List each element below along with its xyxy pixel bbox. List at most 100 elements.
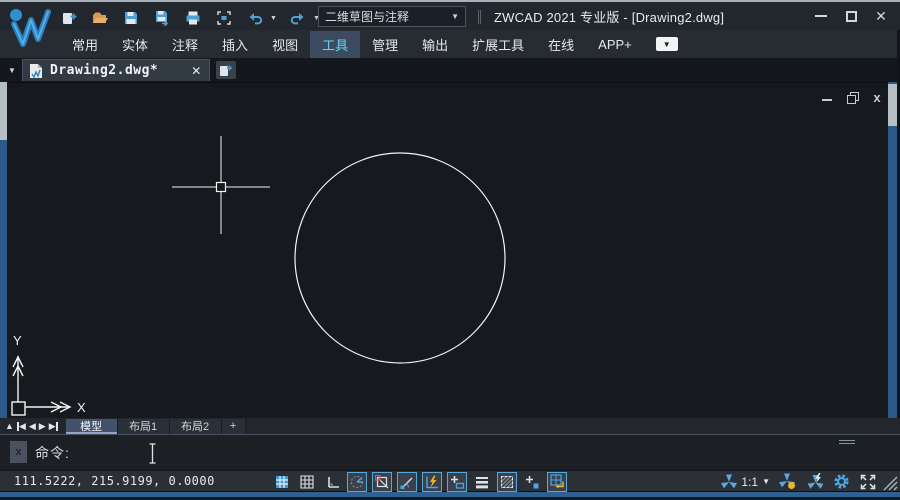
viewport-switch-toggle[interactable] (547, 472, 567, 492)
settings-button[interactable] (831, 472, 851, 492)
ribbon-tabs: 常用 实体 注释 插入 视图 工具 管理 输出 扩展工具 在线 APP+ (60, 31, 644, 58)
selection-cycling-toggle[interactable] (522, 472, 542, 492)
dynamic-input-toggle[interactable] (447, 472, 467, 492)
first-layout-button[interactable]: ◀ (17, 422, 26, 431)
ucs-x-label: X (77, 400, 86, 415)
new-file-button[interactable] (58, 7, 80, 29)
status-bar: 111.5222, 215.9199, 0.0000 (0, 470, 900, 491)
workspace-dropdown-arrow[interactable]: ▼ (451, 12, 459, 21)
window-resize-grip[interactable] (882, 476, 898, 491)
drawing-canvas[interactable]: Y X x (0, 82, 900, 418)
ribbon-tab-insert[interactable]: 插入 (210, 31, 260, 58)
fullscreen-icon (860, 474, 876, 490)
last-arrow-icon: ▶ (49, 422, 56, 431)
ribbon-tab-view[interactable]: 视图 (260, 31, 310, 58)
layout-menu-up-arrow[interactable]: ▲ (5, 422, 14, 431)
command-bar[interactable]: x 命令: (0, 434, 900, 470)
ucs-y-label: Y (13, 333, 22, 348)
ribbon-tab-annotate[interactable]: 注释 (160, 31, 210, 58)
command-resize-handle[interactable] (839, 438, 855, 446)
ribbon-tab-output[interactable]: 输出 (410, 31, 460, 58)
drawing-content: Y X (0, 83, 900, 419)
vertical-scrollbar[interactable] (888, 82, 897, 418)
document-tab-label: Drawing2.dwg* (50, 63, 158, 78)
add-layout-button[interactable]: + (222, 419, 246, 434)
new-file-icon (61, 10, 77, 26)
vertical-scrollbar-thumb[interactable] (888, 84, 897, 126)
workspace-selector[interactable]: 二维草图与注释 ▼ (318, 6, 466, 27)
undo-dropdown-arrow[interactable]: ▼ (269, 7, 278, 29)
ribbon-tab-express[interactable]: 扩展工具 (460, 31, 536, 58)
close-button[interactable]: ✕ (872, 7, 890, 25)
undo-button[interactable] (244, 7, 266, 29)
ribbon-tab-bar: 常用 实体 注释 插入 视图 工具 管理 输出 扩展工具 在线 APP+ ▼ (0, 30, 900, 58)
ortho-icon (325, 475, 339, 489)
document-window-controls: x (820, 90, 884, 104)
document-tab-bar: ▼ Drawing2.dwg* ✕ (0, 58, 900, 82)
tab-layout1[interactable]: 布局1 (118, 419, 170, 434)
pickbox (217, 183, 226, 192)
annotation-scale-button[interactable]: 1:1 ▼ (721, 474, 770, 490)
ribbon-tab-home[interactable]: 常用 (60, 31, 110, 58)
document-tab[interactable]: Drawing2.dwg* ✕ (22, 59, 210, 81)
lineweight-icon (475, 475, 489, 489)
ribbon-tab-tools[interactable]: 工具 (310, 31, 360, 58)
add-document-icon (219, 63, 233, 77)
save-button[interactable] (120, 7, 142, 29)
open-file-button[interactable] (89, 7, 111, 29)
transparency-toggle[interactable] (497, 472, 517, 492)
doc-close-button[interactable]: x (870, 90, 884, 104)
minimize-icon (815, 15, 827, 17)
minimize-button[interactable] (812, 7, 830, 25)
dynamic-ucs-icon (425, 475, 439, 489)
ribbon-tab-app-plus[interactable]: APP+ (586, 33, 644, 56)
selection-cycling-icon (525, 475, 539, 489)
tab-layout2[interactable]: 布局2 (170, 419, 222, 434)
last-layout-button[interactable]: ▶ (49, 422, 58, 431)
transparency-icon (500, 475, 514, 489)
grid-icon (300, 475, 314, 489)
next-layout-button[interactable]: ▶ (39, 422, 46, 431)
redo-button[interactable] (287, 7, 309, 29)
ribbon-tab-online[interactable]: 在线 (536, 31, 586, 58)
lineweight-toggle[interactable] (472, 472, 492, 492)
fullscreen-button[interactable] (858, 472, 878, 492)
text-cursor (148, 443, 157, 469)
doc-restore-button[interactable] (845, 90, 859, 104)
drawn-circle[interactable] (295, 153, 505, 363)
maximize-button[interactable] (842, 7, 860, 25)
save-as-button[interactable] (151, 7, 173, 29)
object-snap-tracking-toggle[interactable] (397, 472, 417, 492)
document-tab-close-icon[interactable]: ✕ (191, 64, 201, 78)
gear-icon (833, 473, 850, 490)
ribbon-tab-solid[interactable]: 实体 (110, 31, 160, 58)
print-button[interactable] (182, 7, 204, 29)
snap-toggle[interactable] (272, 472, 292, 492)
ortho-toggle[interactable] (322, 472, 342, 492)
ribbon-collapse-arrow-icon: ▼ (663, 40, 671, 49)
coordinates-readout: 111.5222, 215.9199, 0.0000 (14, 474, 215, 488)
auto-annotation-button[interactable] (804, 472, 824, 492)
annotation-visibility-button[interactable] (777, 472, 797, 492)
window-controls: ✕ (812, 2, 890, 30)
command-close-button[interactable]: x (10, 441, 27, 463)
ribbon-collapse-button[interactable]: ▼ (656, 37, 678, 51)
zwcad-logo[interactable] (6, 4, 54, 54)
prev-layout-button[interactable]: ◀ (29, 422, 36, 431)
new-document-tab-button[interactable] (216, 61, 236, 79)
ribbon-tab-manage[interactable]: 管理 (360, 31, 410, 58)
object-snap-toggle[interactable] (372, 472, 392, 492)
clean-screen-button[interactable] (213, 7, 235, 29)
redo-icon (290, 10, 306, 26)
title-bar: ▼ ▼ ? 二维草图与注释 ▼ ZWCAD 2021 专业版 - [Drawin… (0, 2, 900, 30)
polar-tracking-toggle[interactable] (347, 472, 367, 492)
grid-toggle[interactable] (297, 472, 317, 492)
tab-model[interactable]: 模型 (66, 419, 118, 434)
doc-minimize-button[interactable] (820, 90, 834, 104)
quick-access-toolbar: ▼ ▼ ? (58, 6, 352, 30)
clean-screen-icon (216, 10, 232, 26)
dynamic-ucs-toggle[interactable] (422, 472, 442, 492)
snap-icon (275, 475, 289, 489)
layout-tab-bar: ▲ ◀ ◀ ▶ ▶ 模型 布局1 布局2 + (0, 418, 900, 434)
doc-tab-list-button[interactable]: ▼ (4, 62, 20, 78)
